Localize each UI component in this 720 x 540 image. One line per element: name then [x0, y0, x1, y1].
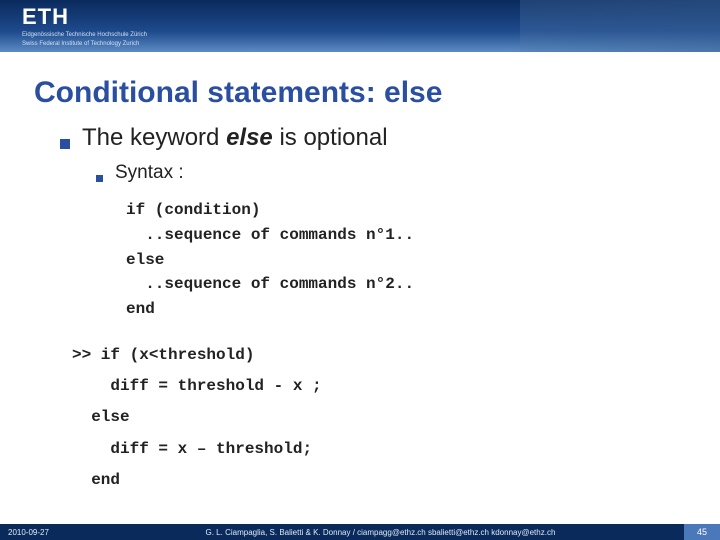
bullet-square-icon [60, 139, 70, 149]
footer-page-number: 45 [684, 524, 720, 540]
slide-title: Conditional statements: else [0, 52, 720, 124]
eth-subtitle-1: Eidgenössische Technische Hochschule Zür… [22, 32, 147, 39]
header-banner: ETH Eidgenössische Technische Hochschule… [0, 0, 720, 52]
bullet-main: The keyword else is optional [60, 124, 686, 152]
footer-authors: G. L. Ciampaglia, S. Balietti & K. Donna… [49, 528, 712, 537]
slide-content: The keyword else is optional Syntax : if… [0, 124, 720, 496]
bullet-main-pre: The keyword [82, 124, 226, 151]
bullet-main-text: The keyword else is optional [82, 124, 388, 152]
example-code-block: >> if (x<threshold) diff = threshold - x… [72, 340, 686, 496]
bullet-main-post: is optional [273, 124, 388, 151]
bullet-sub: Syntax : [96, 162, 686, 184]
eth-logo-block: ETH Eidgenössische Technische Hochschule… [22, 4, 147, 47]
footer-bar: 2010-09-27 G. L. Ciampaglia, S. Balietti… [0, 524, 720, 540]
bullet-sub-text: Syntax : [115, 162, 184, 184]
bullet-main-keyword: else [226, 124, 273, 151]
eth-subtitle-2: Swiss Federal Institute of Technology Zu… [22, 41, 147, 48]
bullet-square-small-icon [96, 175, 103, 182]
footer-date: 2010-09-27 [8, 528, 49, 537]
syntax-code-block: if (condition) ..sequence of commands n°… [126, 198, 686, 322]
eth-logo: ETH [22, 4, 147, 30]
